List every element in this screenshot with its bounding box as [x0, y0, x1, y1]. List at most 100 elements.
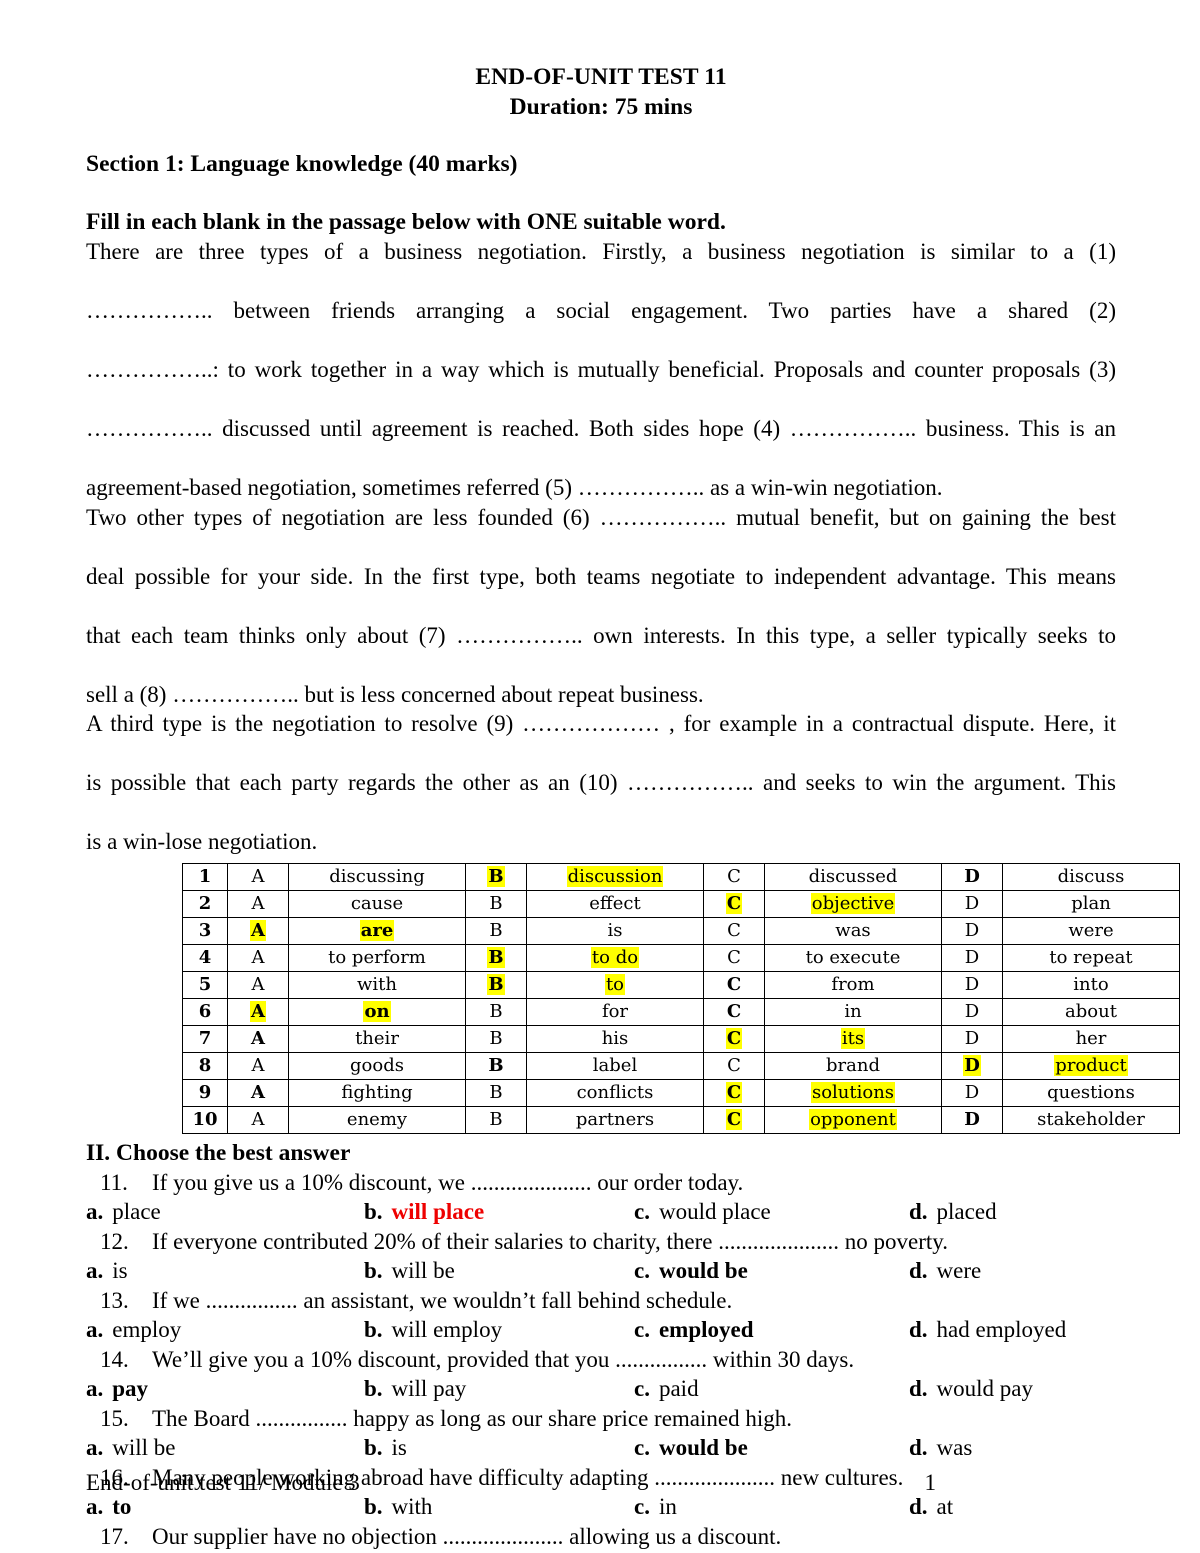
table-cell-option-c-label: C	[703, 1078, 765, 1107]
table-cell-option-c-label: C	[703, 916, 765, 945]
table-cell-option-d-text: were	[1002, 916, 1180, 945]
answer-option[interactable]: d. placed	[909, 1197, 997, 1227]
footer-left-text: End-of-unit test 11/ Module 3	[86, 1470, 360, 1495]
highlight-marker: its	[840, 1027, 866, 1049]
table-cell-option-b-text: label	[526, 1051, 704, 1080]
table-cell-option-a-text: on	[288, 997, 466, 1026]
table-row: 2 Acause Beffect Cobjective Dplan	[182, 889, 1180, 918]
answer-option-label: d.	[909, 1317, 928, 1342]
answer-option-label: a.	[86, 1435, 104, 1460]
answer-option[interactable]: d. was	[909, 1433, 972, 1463]
answer-option-text: was	[936, 1435, 973, 1460]
question-line: 12. If everyone contributed 20% of their …	[86, 1227, 1116, 1257]
passage-line: deal possible for your side. In the firs…	[86, 563, 1116, 589]
table-cell-option-d-label: D	[941, 1078, 1003, 1107]
answer-option-label: a.	[86, 1376, 104, 1401]
part-two-heading: II. Choose the best answer	[86, 1139, 351, 1166]
answer-option[interactable]: b. will pay	[364, 1374, 634, 1404]
table-cell-option-d-text: into	[1002, 970, 1180, 999]
table-cell-question-number: 10	[182, 1105, 228, 1134]
answer-option[interactable]: d. were	[909, 1256, 981, 1286]
answer-option[interactable]: c. paid	[634, 1374, 909, 1404]
table-cell-question-number: 7	[182, 1024, 228, 1053]
table-cell-option-d-label: D	[941, 916, 1003, 945]
question-text: If you give us a 10% discount, we ......…	[152, 1169, 744, 1195]
table-cell-option-c-label: C	[703, 997, 765, 1026]
answer-option-text: will pay	[391, 1376, 467, 1401]
table-row: 6 Aon Bfor Cin Dabout	[182, 997, 1180, 1026]
answer-option[interactable]: d. would pay	[909, 1374, 1033, 1404]
answer-option-label: a.	[86, 1258, 104, 1283]
document-duration: Duration: 75 mins	[509, 94, 693, 120]
passage-line: There are three types of a business nego…	[86, 239, 1116, 264]
table-cell-option-c-label: C	[703, 862, 765, 891]
table-cell-question-number: 8	[182, 1051, 228, 1080]
highlight-marker: C	[725, 1108, 743, 1130]
answer-option-label: d.	[909, 1258, 928, 1283]
table-cell-option-a-label: A	[227, 916, 289, 945]
answer-option-text: had employed	[936, 1317, 1067, 1342]
page-title: END-OF-UNIT TEST 11	[475, 64, 727, 90]
answer-option[interactable]: b. is	[364, 1433, 634, 1463]
table-cell-option-c-text: objective	[764, 889, 942, 918]
question-number: 13.	[100, 1287, 129, 1313]
answer-option[interactable]: c. employed	[634, 1315, 909, 1345]
answer-option[interactable]: d. had employed	[909, 1315, 1066, 1345]
table-cell-option-d-label: D	[941, 997, 1003, 1026]
table-cell-option-c-text: discussed	[764, 862, 942, 891]
answer-option-text: employed	[658, 1317, 754, 1342]
answer-option-label: b.	[364, 1258, 383, 1283]
answer-options-row: a. employ b. will employ c. employed d. had emp…	[86, 1315, 1116, 1345]
answer-option[interactable]: c. would be	[634, 1256, 909, 1286]
table-cell-option-b-label: B	[465, 943, 527, 972]
highlight-marker: A	[250, 919, 266, 941]
table-cell-option-b-label: B	[465, 1078, 527, 1107]
answer-option[interactable]: b. will place	[364, 1197, 634, 1227]
table-row: 7 Atheir Bhis Cits Dher	[182, 1024, 1180, 1053]
table-cell-option-d-label: D	[941, 889, 1003, 918]
answer-option[interactable]: a. place	[86, 1197, 364, 1227]
table-cell-option-a-label: A	[227, 862, 289, 891]
answer-option[interactable]: c. would place	[634, 1197, 909, 1227]
answer-option[interactable]: c. would be	[634, 1433, 909, 1463]
fill-blank-instruction: Fill in each blank in the passage below …	[86, 209, 726, 235]
highlight-marker: B	[487, 865, 505, 887]
passage-line: sell a (8) …………….. but is less concerned…	[86, 681, 704, 707]
table-cell-question-number: 9	[182, 1078, 228, 1107]
answer-option-label: d.	[909, 1199, 928, 1224]
question-number: 14.	[100, 1346, 129, 1372]
answer-option[interactable]: a. employ	[86, 1315, 364, 1345]
question-line: 15. The Board ................ happy as l…	[86, 1404, 1116, 1434]
answer-option-label: b.	[364, 1376, 383, 1401]
question-line: 14. We’ll give you a 10% discount, provid…	[86, 1345, 1116, 1375]
highlight-marker: A	[250, 1000, 266, 1022]
table-cell-option-d-text: stakeholder	[1002, 1105, 1180, 1134]
answer-option[interactable]: b. will employ	[364, 1315, 634, 1345]
table-cell-option-b-label: B	[465, 1051, 527, 1080]
table-cell-option-b-text: conflicts	[526, 1078, 704, 1107]
table-cell-option-c-text: solutions	[764, 1078, 942, 1107]
table-cell-option-b-label: B	[465, 997, 527, 1026]
table-cell-option-d-text: her	[1002, 1024, 1180, 1053]
table-cell-option-b-label: B	[465, 889, 527, 918]
answer-option[interactable]: a. pay	[86, 1374, 364, 1404]
answer-option-text: is	[391, 1435, 407, 1460]
answer-option-text: is	[112, 1258, 128, 1283]
highlight-marker: B	[487, 973, 505, 995]
highlight-marker: solutions	[810, 1081, 896, 1103]
answer-option[interactable]: a. is	[86, 1256, 364, 1286]
table-cell-option-a-label: A	[227, 1051, 289, 1080]
table-cell-option-a-label: A	[227, 1078, 289, 1107]
table-cell-option-a-label: A	[227, 1024, 289, 1053]
table-cell-option-a-text: their	[288, 1024, 466, 1053]
answer-option[interactable]: a. will be	[86, 1433, 364, 1463]
answer-option[interactable]: b. will be	[364, 1256, 634, 1286]
answer-options-row: a. place b. will place c. would place d. placed	[86, 1197, 1116, 1227]
passage-line: is a win-lose negotiation.	[86, 829, 318, 854]
table-cell-option-d-text: plan	[1002, 889, 1180, 918]
question-line: 17. Our supplier have no objection ......…	[86, 1522, 1116, 1552]
table-cell-option-b-text: discussion	[526, 862, 704, 891]
table-cell-option-b-label: B	[465, 970, 527, 999]
passage-line: A third type is the negotiation to resol…	[86, 711, 1116, 736]
question-text: If we ................ an assistant, we …	[152, 1287, 733, 1313]
